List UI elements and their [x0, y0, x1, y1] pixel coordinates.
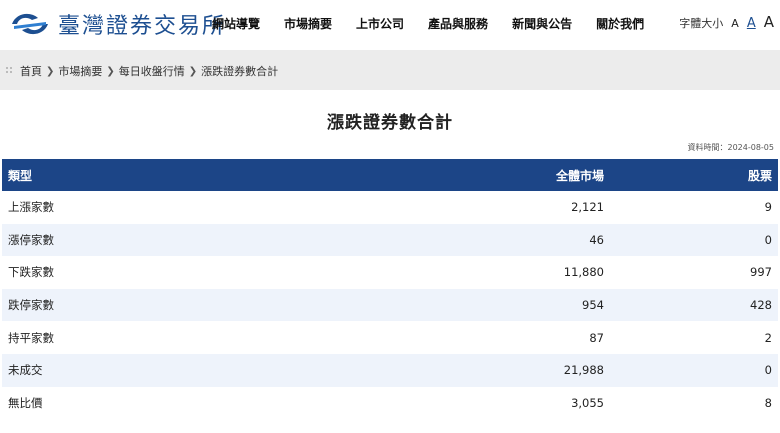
data-date: 資料時間：2024-08-05 — [687, 143, 775, 152]
breadcrumb-current: 漲跌證券數合計 — [201, 65, 279, 78]
font-size-large-button[interactable]: A — [764, 13, 774, 31]
font-size-label: 字體大小 — [679, 17, 724, 30]
cell-type: 上漲家數 — [8, 200, 54, 215]
cell-stock: 997 — [750, 265, 772, 280]
nav-listed-companies[interactable]: 上市公司 — [356, 15, 404, 32]
nav-site-guide[interactable]: 網站導覽 — [212, 15, 260, 32]
cell-type: 跌停家數 — [8, 298, 54, 313]
grip-icon — [6, 67, 12, 73]
breadcrumb-bar: 首頁 ❯ 市場摘要 ❯ 每日收盤行情 ❯ 漲跌證券數合計 — [0, 50, 780, 90]
column-header-stock: 股票 — [747, 168, 772, 183]
nav-market-summary[interactable]: 市場摘要 — [284, 15, 332, 32]
cell-type: 未成交 — [8, 363, 43, 378]
cell-type: 無比價 — [8, 395, 43, 410]
cell-all-market: 21,988 — [563, 363, 604, 378]
cell-all-market: 46 — [589, 232, 604, 247]
twse-logo-icon — [12, 13, 48, 35]
table-row: 漲停家數 46 0 — [2, 223, 778, 257]
logo-text: 臺灣證券交易所 — [58, 14, 227, 39]
nav-about-us[interactable]: 關於我們 — [596, 15, 644, 32]
table-row: 無比價 3,055 8 — [2, 386, 778, 420]
cell-all-market: 11,880 — [563, 265, 604, 280]
table-row: 持平家數 87 2 — [2, 321, 778, 354]
page-title: 漲跌證券數合計 — [327, 113, 453, 133]
cell-stock: 8 — [764, 395, 772, 410]
cell-type: 漲停家數 — [8, 232, 54, 247]
chevron-right-icon: ❯ — [188, 65, 198, 77]
font-size-medium-button[interactable]: A — [747, 16, 756, 31]
column-header-type: 類型 — [8, 168, 33, 183]
cell-all-market: 87 — [589, 330, 604, 345]
cell-all-market: 2,121 — [571, 200, 604, 215]
column-header-all-market: 全體市場 — [555, 168, 604, 183]
cell-stock: 428 — [750, 298, 772, 313]
cell-stock: 0 — [764, 232, 772, 247]
table-row: 未成交 21,988 0 — [2, 353, 778, 387]
cell-stock: 0 — [764, 363, 772, 378]
table-row: 跌停家數 954 428 — [2, 288, 778, 322]
cell-stock: 9 — [764, 200, 772, 215]
cell-type: 持平家數 — [8, 330, 54, 345]
breadcrumb-link[interactable]: 首頁 — [20, 63, 42, 79]
breadcrumb-link[interactable]: 市場摘要 — [58, 63, 102, 79]
cell-all-market: 954 — [582, 298, 604, 313]
table-row: 下跌家數 11,880 997 — [2, 256, 778, 289]
table-body: 上漲家數 2,121 9 漲停家數 46 0 下跌家數 11,880 997 跌停家數 954 428… — [2, 191, 778, 420]
table-row: 上漲家數 2,121 9 — [2, 191, 778, 224]
breadcrumb: 首頁 ❯ 市場摘要 ❯ 每日收盤行情 ❯ 漲跌證券數合計 — [20, 63, 278, 79]
nav-products-services[interactable]: 產品與服務 — [428, 15, 488, 32]
font-size-small-button[interactable]: A — [731, 17, 739, 30]
site-header: 臺灣證券交易所 網站導覽 市場摘要 上市公司 產品與服務 新聞與公告 關於我們 字體大小 … — [0, 0, 780, 50]
cell-all-market: 3,055 — [571, 395, 604, 410]
chevron-right-icon: ❯ — [46, 65, 55, 77]
main-nav: 網站導覽 市場摘要 上市公司 產品與服務 新聞與公告 關於我們 — [212, 15, 644, 32]
font-size-control: 字體大小 A A A — [679, 13, 774, 31]
nav-news-announcements[interactable]: 新聞與公告 — [512, 15, 572, 32]
advance-decline-table: 類型 全體市場 股票 上漲家數 2,121 9 漲停家數 46 0 下跌家數 11,880 99… — [2, 159, 778, 420]
table-header-row: 類型 全體市場 股票 — [2, 159, 778, 191]
breadcrumb-link[interactable]: 每日收盤行情 — [119, 63, 185, 79]
cell-stock: 2 — [764, 330, 772, 345]
site-logo[interactable]: 臺灣證券交易所 — [8, 8, 226, 40]
cell-type: 下跌家數 — [8, 265, 54, 280]
chevron-right-icon: ❯ — [106, 65, 115, 77]
